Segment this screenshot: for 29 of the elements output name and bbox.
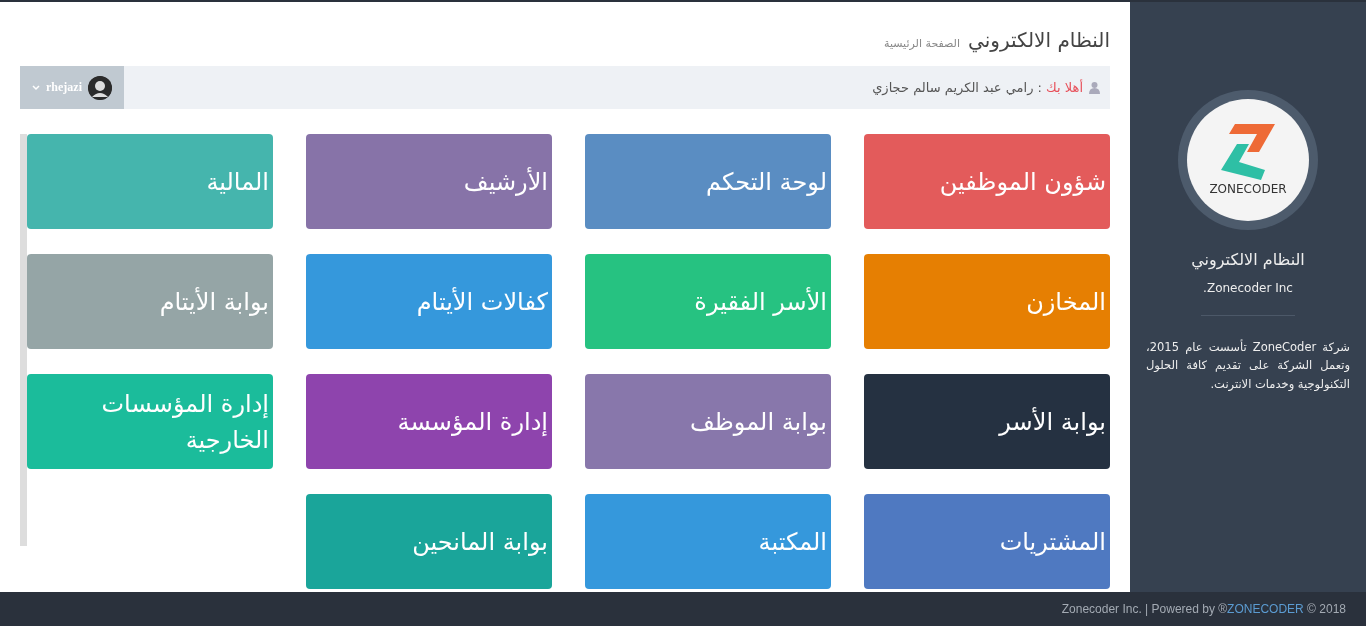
module-tile[interactable]: الأرشيف [306,134,552,229]
module-tile[interactable]: كفالات الأيتام [306,254,552,349]
module-tile[interactable]: المالية [27,134,273,229]
module-tile[interactable]: بوابة الأيتام [27,254,273,349]
company-name: Zonecoder Inc. [1203,281,1293,295]
welcome-text: أهلا بك : رامي عبد الكريم سالم حجازي [872,80,1083,95]
module-tile[interactable]: المخازن [864,254,1110,349]
caret-icon [32,84,40,91]
module-tile[interactable]: المشتريات [864,494,1110,589]
module-tile[interactable]: إدارة المؤسسة [306,374,552,469]
user-icon [1089,81,1100,94]
module-tile[interactable]: المكتبة [585,494,831,589]
copyright-text: Zonecoder Inc. | Powered by ®ZONECODER © 2018 [1061,602,1346,616]
breadcrumb: الصفحة الرئيسية [884,37,960,50]
avatar-icon [88,75,112,100]
module-tile[interactable]: بوابة الأسر [864,374,1110,469]
module-tile[interactable]: بوابة المانحين [306,494,552,589]
app-name: النظام الالكتروني [1191,250,1305,269]
scroll-bar[interactable] [20,134,27,546]
module-tile[interactable]: بوابة الموظف [585,374,831,469]
module-tile[interactable]: شؤون الموظفين [864,134,1110,229]
user-menu-button[interactable]: rhejazi [20,66,124,109]
company-link[interactable]: ZONECODER [1227,602,1304,616]
module-tile[interactable]: الأسر الفقيرة [585,254,831,349]
logo-text: ZONECODER [1209,182,1287,196]
module-tile[interactable]: إدارة المؤسسات الخارجية [27,374,273,469]
module-tile[interactable]: لوحة التحكم [585,134,831,229]
about-text: شركة ZoneCoder تأسست عام 2015، وتعمل الشركة على تقديم كافة الحلول التكنولوجية وخدمات الانترنت. [1146,338,1350,393]
page-title: النظام الالكتروني [968,28,1110,52]
